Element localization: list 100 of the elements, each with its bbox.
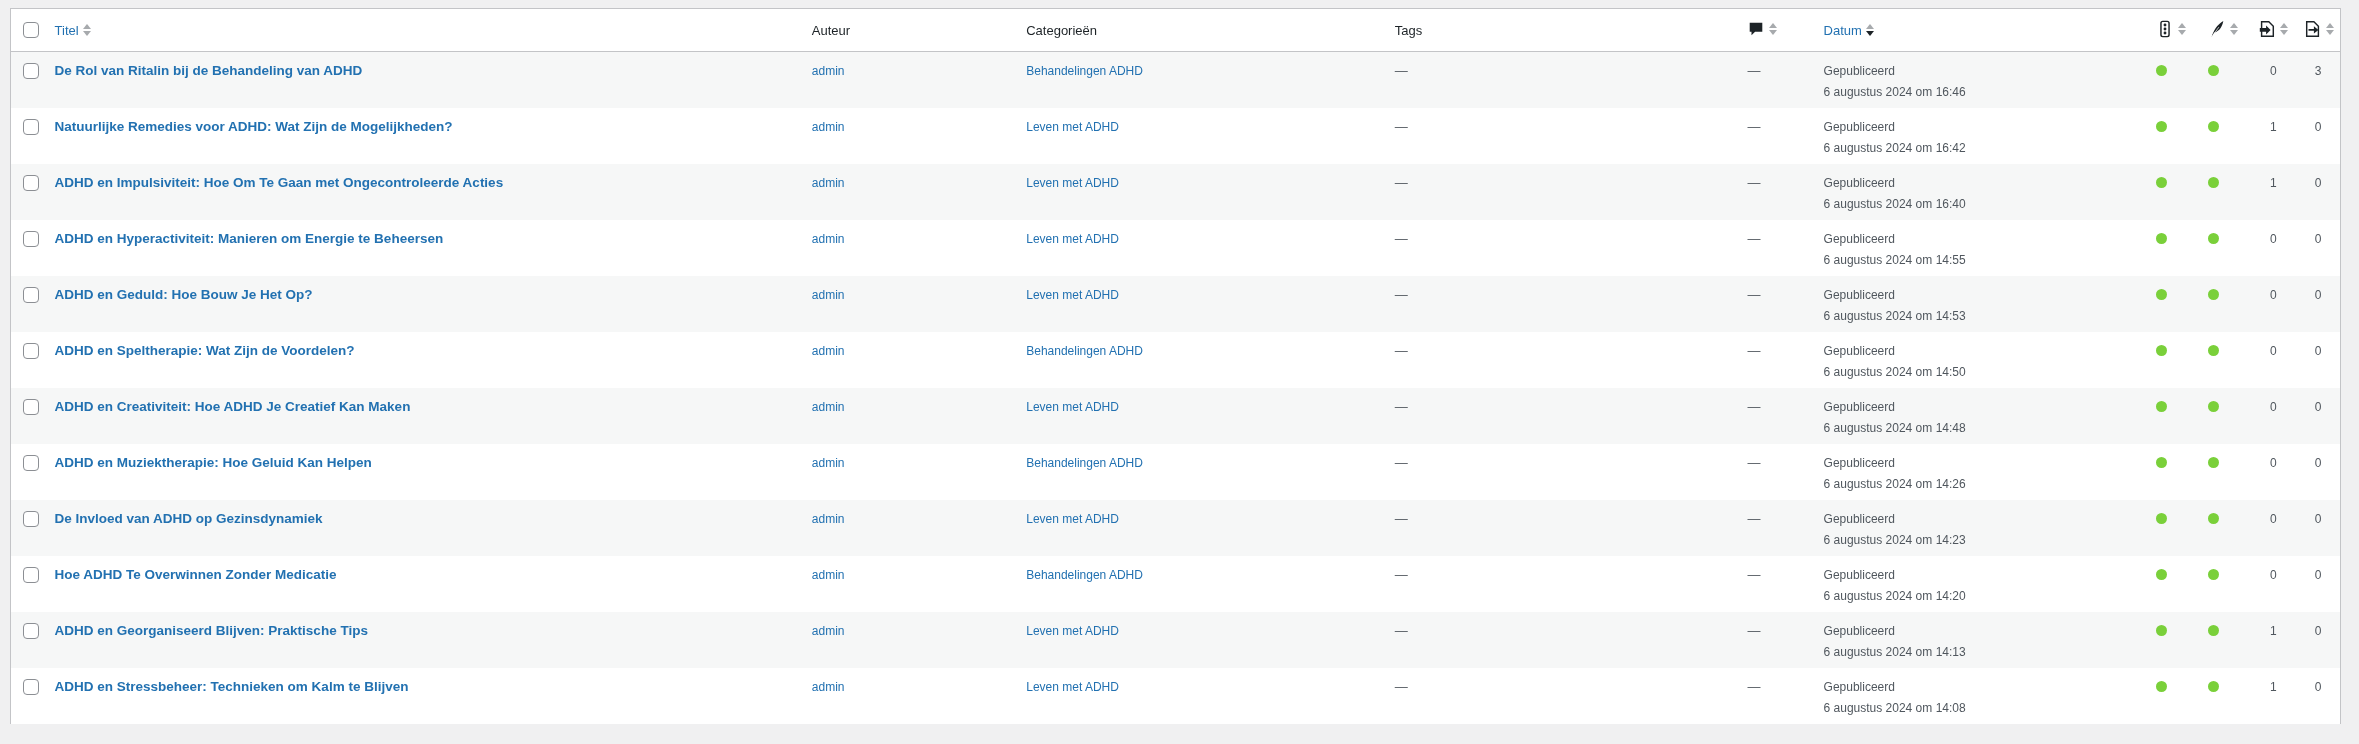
row-checkbox[interactable] xyxy=(23,455,39,471)
document-arrow-icon xyxy=(2258,19,2277,38)
tags-text: — xyxy=(1394,399,1408,414)
link-count: 0 xyxy=(2313,455,2323,472)
link-count: 0 xyxy=(2268,63,2278,80)
link-count: 0 xyxy=(2313,231,2323,248)
category-link[interactable]: Leven met ADHD xyxy=(1026,512,1119,526)
category-link[interactable]: Leven met ADHD xyxy=(1026,120,1119,134)
row-checkbox[interactable] xyxy=(23,399,39,415)
post-title-link[interactable]: ADHD en Muziektherapie: Hoe Geluid Kan Helpen xyxy=(54,455,372,470)
status-text: Gepubliceerd xyxy=(1823,343,1896,360)
link-count: 1 xyxy=(2268,119,2278,136)
select-all-checkbox[interactable] xyxy=(23,22,39,38)
status-text: Gepubliceerd xyxy=(1823,567,1896,584)
tags-text: — xyxy=(1394,679,1408,694)
comments-text: — xyxy=(1747,567,1761,582)
link-count: 0 xyxy=(2313,679,2323,696)
author-link[interactable]: admin xyxy=(811,456,845,470)
author-link[interactable]: admin xyxy=(811,344,845,358)
row-checkbox[interactable] xyxy=(23,119,39,135)
status-text: Gepubliceerd xyxy=(1823,511,1896,528)
row-checkbox[interactable] xyxy=(23,63,39,79)
tags-text: — xyxy=(1394,343,1408,358)
author-link[interactable]: admin xyxy=(811,568,845,582)
status-text: Gepubliceerd xyxy=(1823,455,1896,472)
date-text: 6 augustus 2024 om 14:55 xyxy=(1823,252,1967,269)
column-header: Categorieën xyxy=(1026,22,1098,38)
row-checkbox[interactable] xyxy=(23,567,39,583)
post-title-link[interactable]: ADHD en Stressbeheer: Technieken om Kalm te Blijven xyxy=(54,679,409,694)
comments-text: — xyxy=(1747,63,1761,78)
post-title-link[interactable]: ADHD en Impulsiviteit: Hoe Om Te Gaan met Ongecontroleerde Acties xyxy=(54,175,504,190)
comments-text: — xyxy=(1747,119,1761,134)
author-link[interactable]: admin xyxy=(811,624,845,638)
author-link[interactable]: admin xyxy=(811,400,845,414)
date-text: 6 augustus 2024 om 14:53 xyxy=(1823,308,1967,325)
link-count: 0 xyxy=(2313,399,2323,416)
author-link[interactable]: admin xyxy=(811,176,845,190)
author-link[interactable]: admin xyxy=(811,680,845,694)
row-checkbox[interactable] xyxy=(23,343,39,359)
comments-text: — xyxy=(1747,287,1761,302)
status-text: Gepubliceerd xyxy=(1823,63,1896,80)
post-title-link[interactable]: ADHD en Geduld: Hoe Bouw Je Het Op? xyxy=(54,287,313,302)
link-count: 0 xyxy=(2313,175,2323,192)
category-link[interactable]: Leven met ADHD xyxy=(1026,624,1119,638)
status-text: Gepubliceerd xyxy=(1823,119,1896,136)
column-header: Tags xyxy=(1394,22,1423,38)
category-link[interactable]: Behandelingen ADHD xyxy=(1026,344,1143,358)
column-header[interactable]: Titel xyxy=(54,22,79,38)
author-link[interactable]: admin xyxy=(811,288,845,302)
comments-text: — xyxy=(1747,399,1761,414)
post-title-link[interactable]: De Invloed van ADHD op Gezinsdynamiek xyxy=(54,511,323,526)
date-text: 6 augustus 2024 om 16:46 xyxy=(1823,84,1967,101)
category-link[interactable]: Leven met ADHD xyxy=(1026,680,1119,694)
date-text: 6 augustus 2024 om 14:20 xyxy=(1823,588,1967,605)
column-header: Auteur xyxy=(811,22,851,38)
category-link[interactable]: Leven met ADHD xyxy=(1026,400,1119,414)
post-title-link[interactable]: ADHD en Hyperactiviteit: Manieren om Energie te Beheersen xyxy=(54,231,444,246)
link-count: 3 xyxy=(2313,63,2323,80)
post-title-link[interactable]: De Rol van Ritalin bij de Behandeling van ADHD xyxy=(54,63,363,78)
link-count: 1 xyxy=(2268,175,2278,192)
comments-text: — xyxy=(1747,343,1761,358)
comments-text: — xyxy=(1747,231,1761,246)
post-title-link[interactable]: ADHD en Speltherapie: Wat Zijn de Voordelen? xyxy=(54,343,355,358)
row-checkbox[interactable] xyxy=(23,511,39,527)
post-title-link[interactable]: ADHD en Georganiseerd Blijven: Praktische Tips xyxy=(54,623,368,638)
post-title-link[interactable]: ADHD en Creativiteit: Hoe ADHD Je Creatief Kan Maken xyxy=(54,399,411,414)
author-link[interactable]: admin xyxy=(811,120,845,134)
status-text: Gepubliceerd xyxy=(1823,231,1896,248)
row-checkbox[interactable] xyxy=(23,287,39,303)
status-text: Gepubliceerd xyxy=(1823,623,1896,640)
row-checkbox[interactable] xyxy=(23,679,39,695)
tags-text: — xyxy=(1394,63,1408,78)
author-link[interactable]: admin xyxy=(811,232,845,246)
category-link[interactable]: Behandelingen ADHD xyxy=(1026,64,1143,78)
comments-text: — xyxy=(1747,511,1761,526)
row-checkbox[interactable] xyxy=(23,231,39,247)
category-link[interactable]: Behandelingen ADHD xyxy=(1026,568,1143,582)
date-text: 6 augustus 2024 om 14:26 xyxy=(1823,476,1967,493)
link-count: 1 xyxy=(2268,679,2278,696)
category-link[interactable]: Leven met ADHD xyxy=(1026,288,1119,302)
row-checkbox[interactable] xyxy=(23,175,39,191)
date-text: 6 augustus 2024 om 14:48 xyxy=(1823,420,1967,437)
date-text: 6 augustus 2024 om 14:50 xyxy=(1823,364,1967,381)
author-link[interactable]: admin xyxy=(811,64,845,78)
post-title-link[interactable]: Natuurlijke Remedies voor ADHD: Wat Zijn de Mogelijkheden? xyxy=(54,119,453,134)
category-link[interactable]: Leven met ADHD xyxy=(1026,176,1119,190)
date-text: 6 augustus 2024 om 14:08 xyxy=(1823,700,1967,717)
link-count: 0 xyxy=(2268,455,2278,472)
date-text: 6 augustus 2024 om 14:13 xyxy=(1823,644,1967,661)
link-count: 0 xyxy=(2313,287,2323,304)
category-link[interactable]: Leven met ADHD xyxy=(1026,232,1119,246)
row-checkbox[interactable] xyxy=(23,623,39,639)
category-link[interactable]: Behandelingen ADHD xyxy=(1026,456,1143,470)
author-link[interactable]: admin xyxy=(811,512,845,526)
comments-text: — xyxy=(1747,623,1761,638)
status-text: Gepubliceerd xyxy=(1823,679,1896,696)
column-header[interactable]: Datum xyxy=(1823,22,1862,38)
tags-text: — xyxy=(1394,287,1408,302)
post-title-link[interactable]: Hoe ADHD Te Overwinnen Zonder Medicatie xyxy=(54,567,337,582)
link-count: 0 xyxy=(2268,511,2278,528)
